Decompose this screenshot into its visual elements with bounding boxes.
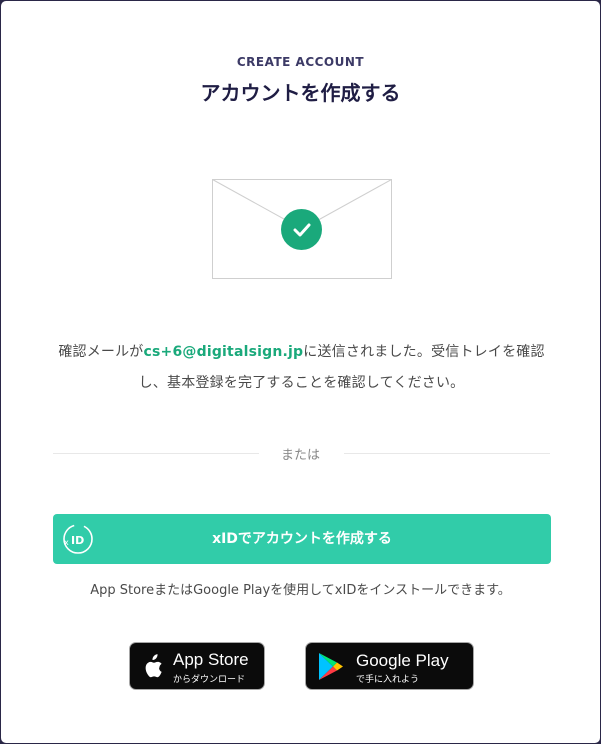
google-play-badge[interactable]: Google Play で手に入れよう: [305, 642, 474, 690]
message-suffix: に送信されました。受信トレイを確認: [303, 344, 545, 360]
install-note: App StoreまたはGoogle Playを使用してxIDをインストールでき…: [90, 583, 511, 598]
google-play-icon: [319, 653, 343, 680]
create-xid-account-label: xIDでアカウントを作成する: [212, 531, 392, 547]
confirmation-message: 確認メールがcs+6@digitalsign.jpに送信されました。受信トレイを…: [55, 337, 548, 399]
app-store-subtitle: からダウンロード: [173, 675, 246, 685]
create-xid-account-button[interactable]: x ID xIDでアカウントを作成する: [53, 514, 551, 564]
email-address: cs+6@digitalsign.jp: [143, 344, 304, 360]
message-prefix: 確認メールが: [58, 344, 144, 360]
section-eyebrow: CREATE ACCOUNT: [236, 55, 365, 69]
signup-card: CREATE ACCOUNT アカウントを作成する 確認メールがcs+6@dig…: [0, 0, 601, 744]
apple-logo-icon: [145, 654, 162, 678]
google-play-title: Google Play: [356, 651, 449, 670]
check-circle-icon: [281, 209, 322, 250]
message-line2: し、基本登録を完了することを確認してください。: [138, 375, 465, 391]
app-store-title: App Store: [173, 650, 249, 669]
app-store-badge[interactable]: App Store からダウンロード: [129, 642, 265, 690]
divider-line-right: [344, 453, 550, 454]
google-play-subtitle: で手に入れよう: [356, 675, 420, 685]
page-title: アカウントを作成する: [200, 81, 401, 105]
